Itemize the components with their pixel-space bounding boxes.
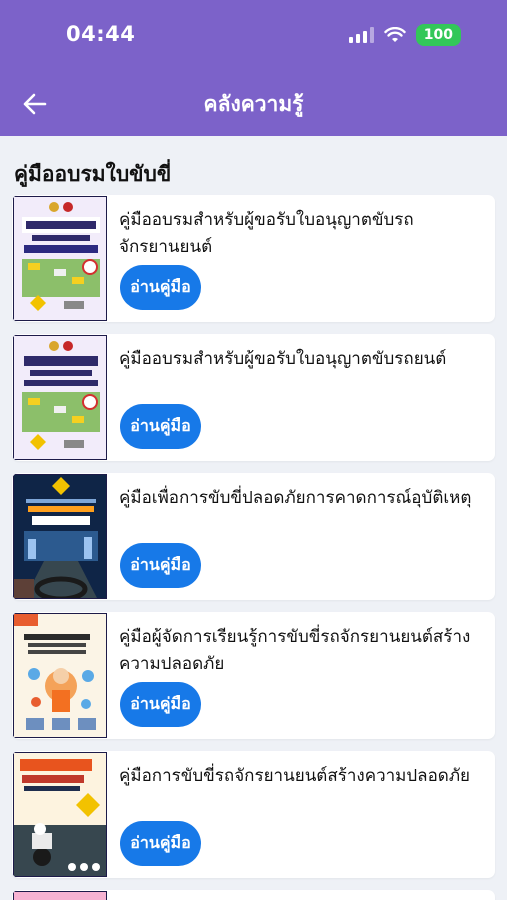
manual-card[interactable]: คู่มือผู้จัดการเรียนรู้การขับขี่รถจักรยา…: [12, 612, 495, 739]
read-manual-button[interactable]: อ่านคู่มือ: [120, 404, 201, 449]
wifi-icon: [384, 27, 406, 42]
read-manual-button[interactable]: อ่านคู่มือ: [120, 265, 201, 310]
manual-cover-image: [13, 196, 107, 321]
manual-title: คู่มืออบรมสำหรับผู้ขอรับใบอนุญาตขับรถจัก…: [119, 210, 414, 257]
app-header: 04:44 100 คลังความรู้: [0, 0, 507, 136]
section-title: คู่มืออบรมใบขับขี่: [14, 162, 172, 186]
manual-cover-image: [13, 474, 107, 599]
read-manual-button[interactable]: อ่านคู่มือ: [120, 543, 201, 588]
manual-cover-image: [13, 891, 107, 900]
manual-title: คู่มือผู้จัดการเรียนรู้การขับขี่รถจักรยา…: [119, 627, 471, 674]
status-time: 04:44: [66, 22, 136, 46]
manual-title: คู่มือเพื่อการขับขี่ปลอดภัยการคาดการณ์อุ…: [119, 488, 472, 508]
manual-cover-image: [13, 613, 107, 738]
manual-card[interactable]: คู่มือเพื่อการขับขี่ปลอดภัยการคาดการณ์อุ…: [12, 473, 495, 600]
manual-card[interactable]: [12, 890, 495, 900]
signal-icon: [348, 27, 374, 43]
read-manual-button[interactable]: อ่านคู่มือ: [120, 682, 201, 727]
manual-cover-image: [13, 335, 107, 460]
manual-cover-image: [13, 752, 107, 877]
manual-title: คู่มือการขับขี่รถจักรยานยนต์สร้างความปลอ…: [119, 766, 470, 786]
manual-card[interactable]: คู่มือการขับขี่รถจักรยานยนต์สร้างความปลอ…: [12, 751, 495, 878]
page-title: คลังความรู้: [203, 92, 304, 116]
manual-list: คู่มืออบรมสำหรับผู้ขอรับใบอนุญาตขับรถจัก…: [12, 195, 495, 900]
status-icons: 100: [348, 24, 461, 46]
read-manual-button[interactable]: อ่านคู่มือ: [120, 821, 201, 866]
manual-title: คู่มืออบรมสำหรับผู้ขอรับใบอนุญาตขับรถยนต…: [119, 349, 447, 369]
battery-indicator: 100: [415, 24, 461, 46]
manual-card[interactable]: คู่มืออบรมสำหรับผู้ขอรับใบอนุญาตขับรถจัก…: [12, 195, 495, 322]
manual-card[interactable]: คู่มืออบรมสำหรับผู้ขอรับใบอนุญาตขับรถยนต…: [12, 334, 495, 461]
